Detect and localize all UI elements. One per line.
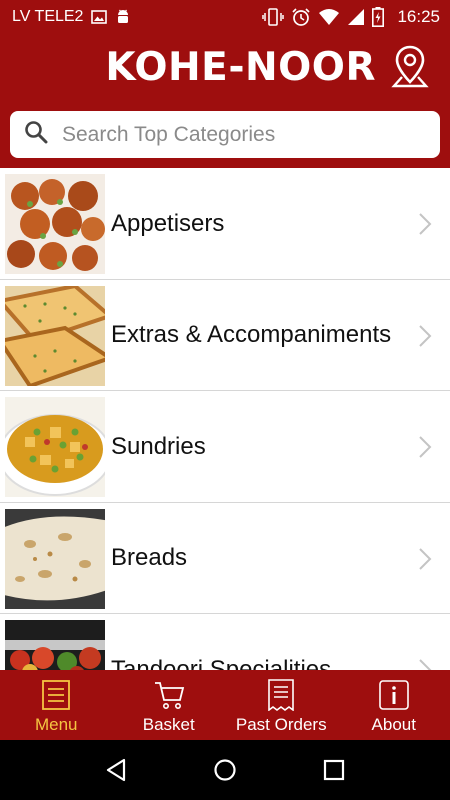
category-list[interactable]: Appetisers Extras & Accompaniments Sundr… (0, 168, 450, 670)
receipt-icon (264, 679, 298, 711)
home-icon[interactable] (210, 755, 240, 785)
info-icon (377, 679, 411, 711)
category-label: Breads (111, 544, 188, 571)
tab-label: Basket (142, 715, 195, 734)
recents-icon[interactable] (319, 755, 349, 785)
category-image-sundries (5, 397, 105, 497)
signal-icon (347, 8, 365, 26)
chevron-right-icon (419, 324, 432, 347)
android-icon (115, 8, 131, 26)
alarm-icon (291, 7, 311, 27)
tab-past-orders[interactable]: Past Orders (225, 670, 338, 740)
category-image-tandoori (5, 620, 105, 670)
system-nav-bar (0, 740, 450, 800)
tab-menu[interactable]: Menu (0, 670, 113, 740)
menu-icon (39, 679, 73, 711)
clock-time: 16:25 (397, 7, 440, 26)
category-image-appetisers (5, 174, 105, 274)
bottom-tab-bar: Menu Basket Past Orders About (0, 670, 450, 740)
tab-label: About (371, 715, 416, 734)
wifi-icon (318, 8, 340, 26)
category-row-extras[interactable]: Extras & Accompaniments (0, 280, 450, 391)
app-header: KOHE-NOOR (0, 34, 450, 168)
category-row-appetisers[interactable]: Appetisers (0, 168, 450, 280)
cart-icon (152, 679, 186, 711)
search-icon (24, 120, 48, 149)
chevron-right-icon (419, 547, 432, 570)
vibrate-icon (262, 8, 285, 26)
chevron-right-icon (419, 436, 432, 458)
battery-icon (372, 7, 385, 27)
category-row-breads[interactable]: Breads (0, 503, 450, 614)
category-label: Tandoori Specialities (111, 655, 332, 671)
tab-about[interactable]: About (338, 670, 450, 740)
category-label: Sundries (111, 432, 206, 460)
tab-label: Menu (34, 715, 78, 734)
category-row-tandoori[interactable]: Tandoori Specialities (0, 614, 450, 670)
image-icon (91, 10, 108, 24)
tab-basket[interactable]: Basket (113, 670, 226, 740)
chevron-right-icon (419, 659, 432, 670)
search-input[interactable] (62, 122, 440, 147)
category-label: Appetisers (111, 209, 225, 237)
category-image-extras (5, 285, 105, 386)
search-bar[interactable] (10, 111, 440, 158)
carrier-label: LV TELE2 (12, 8, 84, 25)
app-screen: LV TELE2 16:25 KOHE-NOOR Search Top Cate… (0, 0, 450, 800)
category-row-sundries[interactable]: Sundries (0, 391, 450, 503)
status-bar: LV TELE2 16:25 (0, 0, 450, 34)
chevron-right-icon (419, 213, 432, 235)
map-pin-icon[interactable] (390, 44, 430, 88)
tab-label: Past Orders (235, 715, 327, 734)
brand-logo-text: KOHE-NOOR (105, 45, 376, 90)
back-icon[interactable] (101, 755, 131, 785)
category-image-breads (5, 508, 105, 609)
category-label: Extras & Accompaniments (111, 321, 392, 348)
